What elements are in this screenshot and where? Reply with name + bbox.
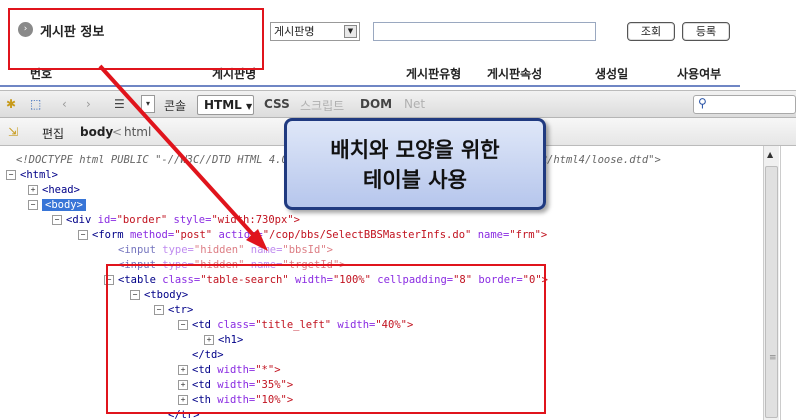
collapse-icon[interactable]: − [52, 215, 62, 225]
collapse-icon[interactable]: − [78, 230, 88, 240]
firebug-search-input[interactable]: ⚲ [693, 95, 796, 114]
breadcrumb-body[interactable]: body [80, 125, 113, 139]
firebug-toolbar: ✱ ⬚ ‹ › ☰ ▾ 콘솔 HTML ▼ CSS 스크립트 DOM Net ⚲ [0, 90, 796, 118]
code-line-form[interactable]: − <form method="post" action="/cop/bbs/Se… [78, 229, 547, 241]
grip-icon: ≡ [769, 353, 777, 363]
code-line-div[interactable]: − <div id="border" style="width:730px"> [52, 214, 300, 226]
dropdown-icon[interactable]: ▾ [141, 95, 155, 113]
collapse-icon[interactable]: − [6, 170, 16, 180]
column-header-created-date: 생성일 [595, 67, 629, 81]
column-header-use-status: 사용여부 [677, 67, 722, 81]
code-line-input-bbsid[interactable]: <input type="hidden" name="bbsId"> [118, 244, 333, 256]
forward-icon[interactable]: › [86, 97, 91, 111]
scroll-thumb[interactable]: ≡ [765, 166, 778, 418]
title-highlight-box [8, 8, 264, 70]
callout-line2: 테이블 사용 [363, 168, 467, 192]
collapse-icon[interactable]: − [28, 200, 38, 210]
search-button[interactable]: 조회 [627, 22, 675, 41]
table-highlight-box [106, 264, 546, 414]
column-header-board-attr: 게시판속성 [487, 67, 543, 81]
tab-script[interactable]: 스크립트 [300, 97, 344, 114]
breadcrumb-html[interactable]: html [124, 125, 151, 139]
tab-html[interactable]: HTML ▼ [197, 95, 254, 115]
menu-icon[interactable]: ☰ [114, 97, 125, 111]
tab-console[interactable]: 콘솔 [164, 97, 186, 114]
column-header-board-type: 게시판유형 [406, 67, 462, 81]
search-condition-value: 게시판명 [274, 25, 315, 38]
code-line-head[interactable]: + <head> [28, 184, 80, 196]
firebug-bug-icon[interactable]: ✱ [6, 97, 16, 111]
side-panel [780, 146, 796, 420]
code-line-body[interactable]: − <body> [28, 199, 86, 211]
search-input[interactable] [373, 22, 596, 41]
callout-line1: 배치와 모양을 위한 [330, 138, 500, 162]
tab-net[interactable]: Net [404, 97, 425, 111]
chevron-down-icon[interactable]: ▼ [344, 25, 357, 38]
tab-css[interactable]: CSS [264, 97, 290, 111]
search-condition-select[interactable]: 게시판명 ▼ [270, 22, 360, 41]
edit-button[interactable]: 편집 [42, 125, 64, 142]
edit-icon[interactable]: ⇲ [8, 125, 18, 139]
back-icon[interactable]: ‹ [62, 97, 67, 111]
vertical-scrollbar[interactable]: ▲ ≡ [763, 146, 779, 420]
tab-dom[interactable]: DOM [360, 97, 392, 111]
board-page: › 게시판 정보 게시판명 ▼ 조회 등록 번호 게시판명 게시판유형 게시판속… [0, 0, 796, 90]
code-line-html[interactable]: − <html> [6, 169, 58, 181]
search-icon: ⚲ [698, 96, 707, 110]
tab-html-label: HTML [204, 98, 242, 112]
breadcrumb-separator: < [112, 125, 123, 139]
expand-icon[interactable]: + [28, 185, 38, 195]
scroll-up-icon[interactable]: ▲ [767, 150, 773, 159]
register-button[interactable]: 등록 [682, 22, 730, 41]
inspect-icon[interactable]: ⬚ [30, 97, 41, 111]
chevron-down-icon: ▼ [246, 102, 253, 111]
callout-box: 배치와 모양을 위한 테이블 사용 [284, 118, 546, 210]
